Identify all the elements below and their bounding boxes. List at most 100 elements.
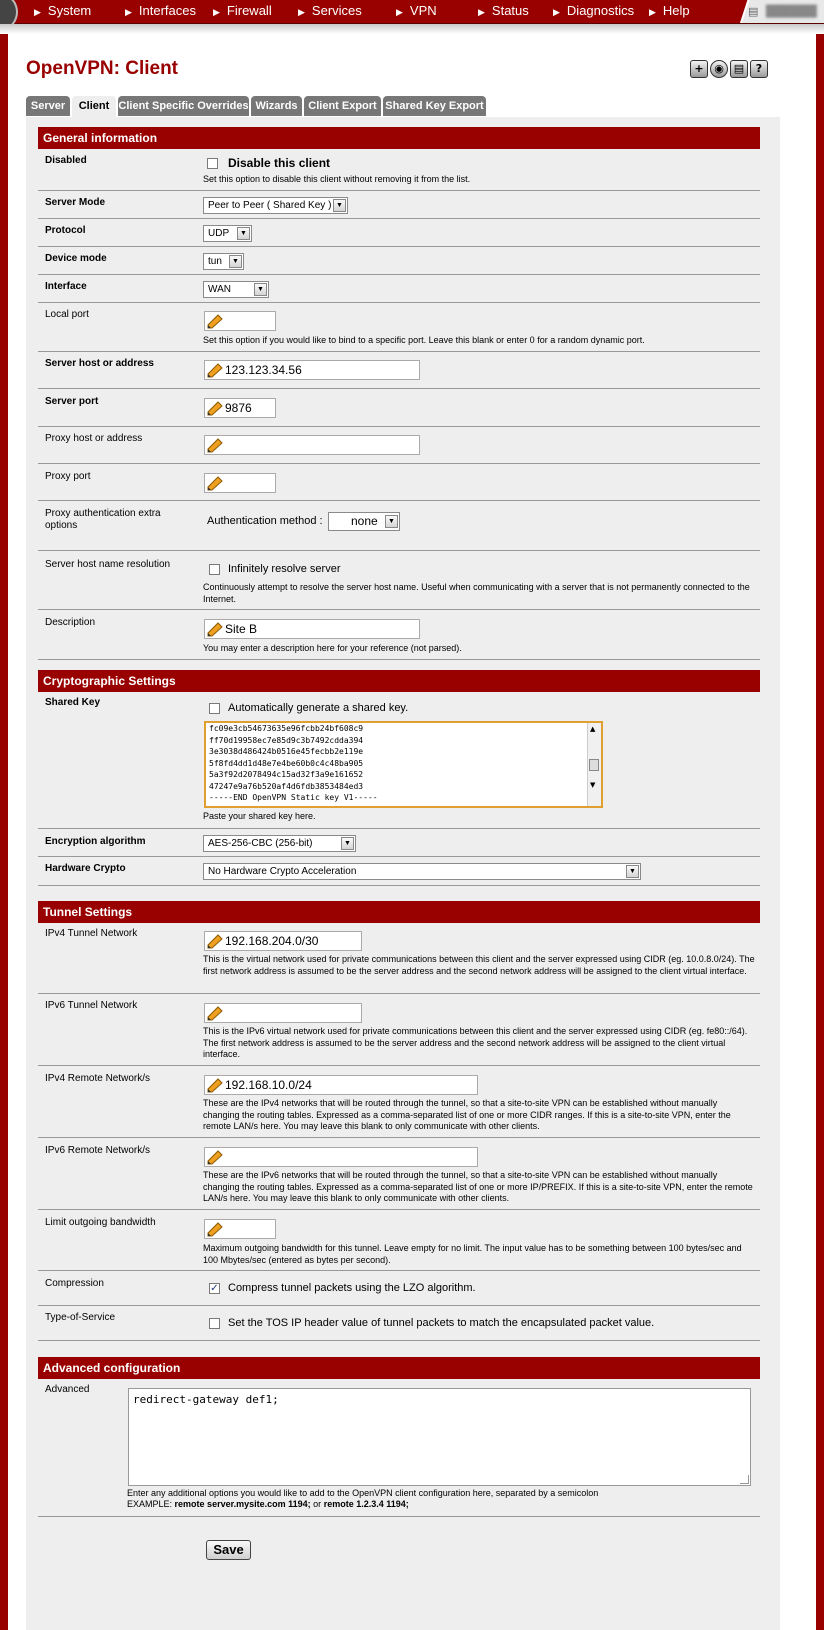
nav-system[interactable]: ▶ System	[34, 0, 91, 23]
nav-help[interactable]: ▶ Help	[649, 0, 690, 23]
resolution-label: Server host name resolution	[45, 559, 171, 570]
server-port-input[interactable]: 9876	[204, 398, 276, 418]
row-divider	[38, 828, 760, 829]
tos-checkbox[interactable]	[209, 1318, 220, 1329]
encryption-select[interactable]: AES-256-CBC (256-bit) ▼	[203, 835, 356, 852]
autogenerate-key-checkbox[interactable]	[209, 703, 220, 714]
proxy-host-label: Proxy host or address	[45, 433, 143, 444]
shared-key-textarea[interactable]: fc09e3cb54673635e96fcbb24bf608c9 ff70d19…	[204, 721, 603, 808]
nav-arrow-icon: ▶	[553, 7, 560, 17]
tab-server[interactable]: Server	[26, 96, 70, 116]
row-divider	[38, 659, 760, 660]
disabled-label: Disabled	[45, 155, 87, 166]
tab-client-export[interactable]: Client Export	[304, 96, 381, 116]
advanced-textarea[interactable]: redirect-gateway def1;	[128, 1388, 751, 1486]
nav-vpn[interactable]: ▶ VPN	[396, 0, 437, 23]
resize-handle-icon[interactable]	[740, 1475, 749, 1484]
frame-right	[816, 24, 824, 1630]
row-divider	[38, 218, 760, 219]
row-divider	[38, 550, 760, 551]
row-divider	[38, 1065, 760, 1066]
shared-key-label: Shared Key	[45, 697, 101, 708]
key-line: fc09e3cb54673635e96fcbb24bf608c9	[209, 724, 364, 733]
chevron-down-icon: ▼	[229, 255, 242, 268]
chevron-down-icon: ▼	[341, 837, 354, 850]
device-mode-label: Device mode	[45, 253, 107, 264]
pencil-icon	[207, 1222, 223, 1237]
row-divider	[38, 274, 760, 275]
server-host-label: Server host or address	[45, 358, 154, 369]
ipv4-remote-label: IPv4 Remote Network/s	[45, 1073, 151, 1084]
top-navigation: ▶ System ▶ Interfaces ▶ Firewall ▶ Services …	[0, 0, 824, 30]
status-icon[interactable]: ◉	[710, 60, 728, 78]
ipv6-tunnel-input[interactable]	[204, 1003, 362, 1023]
tab-client-specific-overrides[interactable]: Client Specific Overrides	[118, 96, 249, 116]
help-icon[interactable]: ?	[750, 60, 768, 78]
proxy-port-input[interactable]	[204, 473, 276, 493]
nav-firewall[interactable]: ▶ Firewall	[213, 0, 272, 23]
nav-interfaces[interactable]: ▶ Interfaces	[125, 0, 196, 23]
ipv4-tunnel-label: IPv4 Tunnel Network	[45, 928, 138, 939]
interface-select[interactable]: WAN ▼	[203, 281, 269, 298]
add-widget-icon[interactable]: +	[690, 60, 708, 78]
hardware-crypto-select[interactable]: No Hardware Crypto Acceleration ▼	[203, 863, 641, 880]
autogenerate-key-label: Automatically generate a shared key.	[228, 702, 409, 714]
nav-status[interactable]: ▶ Status	[478, 0, 529, 23]
compression-check-label: Compress tunnel packets using the LZO al…	[228, 1282, 476, 1294]
key-line: ff70d19958ec7e85d9c3b7492cdda394	[209, 735, 364, 745]
row-divider	[38, 351, 760, 352]
nav-arrow-icon: ▶	[649, 7, 656, 17]
textarea-scrollbar[interactable]: ▲ ▼	[587, 723, 601, 806]
row-divider	[38, 190, 760, 191]
row-divider	[38, 302, 760, 303]
server-mode-select[interactable]: Peer to Peer ( Shared Key ) ▼	[203, 197, 348, 214]
disable-client-checkbox[interactable]	[207, 158, 218, 169]
scroll-down-icon[interactable]: ▼	[590, 781, 595, 789]
tab-shared-key-export[interactable]: Shared Key Export	[383, 96, 486, 116]
protocol-select[interactable]: UDP ▼	[203, 225, 252, 242]
ipv6-tunnel-note: This is the IPv6 virtual network used fo…	[203, 1026, 748, 1059]
key-line: 47247e9a76b520af4d6fdb3853484ed3	[209, 781, 364, 791]
tab-client[interactable]: Client	[72, 96, 116, 117]
infinitely-resolve-checkbox[interactable]	[209, 564, 220, 575]
row-divider	[38, 993, 760, 994]
frame-top-shadow	[0, 24, 824, 34]
encryption-label: Encryption algorithm	[45, 836, 146, 847]
row-divider	[38, 1305, 760, 1306]
pencil-icon	[207, 401, 223, 416]
local-port-label: Local port	[45, 309, 89, 320]
key-line: 5a3f92d2078494c15ad32f3a9e161652	[209, 770, 364, 779]
scrollbar-thumb[interactable]	[589, 759, 599, 771]
scroll-up-icon[interactable]: ▲	[590, 725, 595, 733]
interface-label: Interface	[45, 281, 87, 292]
save-button[interactable]: Save	[206, 1540, 251, 1560]
proxy-host-input[interactable]	[204, 435, 420, 455]
description-input[interactable]: Site B	[204, 619, 420, 639]
tab-wizards[interactable]: Wizards	[251, 96, 302, 116]
row-divider	[38, 856, 760, 857]
nav-services[interactable]: ▶ Services	[298, 0, 362, 23]
pencil-icon	[207, 438, 223, 453]
auth-method-select[interactable]: none ▼	[328, 512, 400, 531]
device-mode-select[interactable]: tun ▼	[203, 253, 244, 270]
nav-arrow-icon: ▶	[298, 7, 305, 17]
nav-diagnostics[interactable]: ▶ Diagnostics	[553, 0, 634, 23]
server-host-input[interactable]: 123.123.34.56	[204, 360, 420, 380]
bandwidth-input[interactable]	[204, 1219, 276, 1239]
row-divider	[38, 885, 760, 886]
server-port-label: Server port	[45, 396, 99, 407]
pencil-icon	[207, 1078, 223, 1093]
local-port-note: Set this option if you would like to bin…	[203, 335, 645, 345]
log-icon[interactable]: ▤	[730, 60, 748, 78]
compression-checkbox[interactable]: ✓	[209, 1283, 220, 1294]
nav-arrow-icon: ▶	[125, 7, 132, 17]
ipv6-remote-input[interactable]	[204, 1147, 478, 1167]
row-divider	[38, 1209, 760, 1210]
row-divider	[38, 609, 760, 610]
ipv4-remote-input[interactable]: 192.168.10.0/24	[204, 1075, 478, 1095]
row-divider	[38, 1270, 760, 1271]
page-title: OpenVPN: Client	[26, 58, 179, 79]
local-port-input[interactable]	[204, 311, 276, 331]
nav-arrow-icon: ▶	[34, 7, 41, 17]
ipv4-tunnel-input[interactable]: 192.168.204.0/30	[204, 931, 362, 951]
